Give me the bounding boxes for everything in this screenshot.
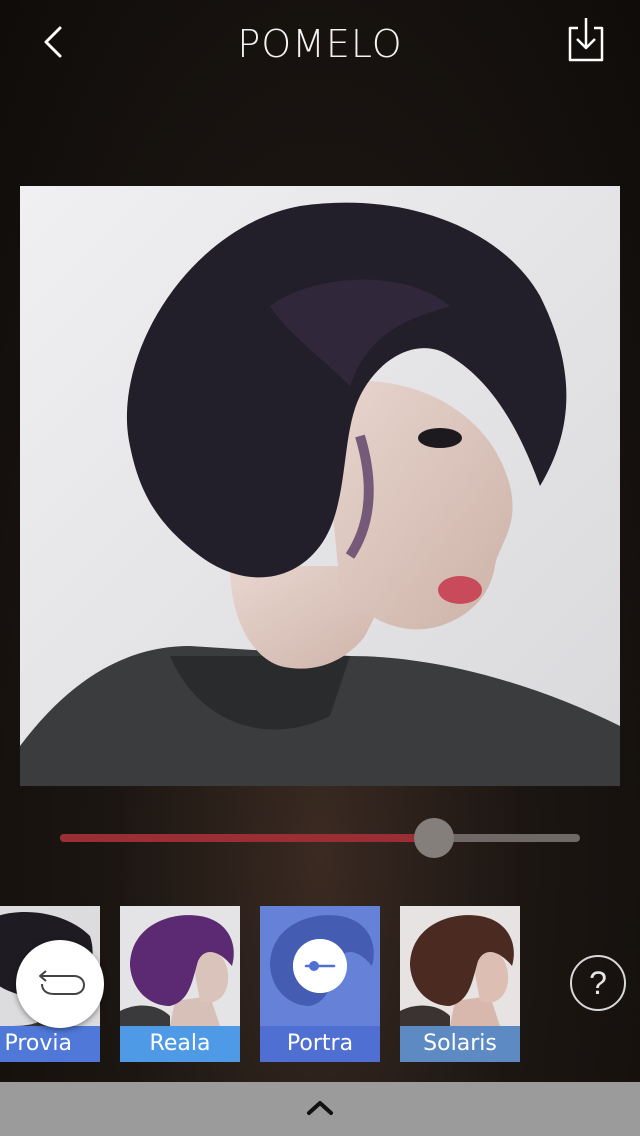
chevron-up-icon[interactable] (304, 1096, 336, 1120)
adjust-slider-icon[interactable] (293, 939, 347, 993)
portrait-image (20, 186, 620, 786)
app-title: POMELO (237, 22, 403, 66)
filter-label: Reala (120, 1026, 240, 1062)
filter-thumbnail (120, 906, 240, 1026)
filter-label: Provia (0, 1026, 100, 1062)
filter-solaris[interactable]: Solaris (400, 906, 520, 1062)
undo-icon (39, 970, 86, 995)
filter-portra[interactable]: Portra (260, 906, 380, 1062)
slider-fill (60, 834, 435, 842)
photo-preview[interactable] (20, 186, 620, 786)
intensity-slider[interactable] (60, 818, 580, 858)
filter-label: Portra (286, 1031, 354, 1056)
top-bar: POMELO (0, 0, 640, 90)
download-icon[interactable] (562, 14, 610, 66)
filter-thumbnail (400, 906, 520, 1026)
undo-button[interactable] (16, 940, 104, 1028)
filter-reala[interactable]: Reala (120, 906, 240, 1062)
filter-label: Solaris (400, 1026, 520, 1062)
bottom-bar[interactable] (0, 1082, 640, 1136)
slider-thumb[interactable] (414, 818, 455, 858)
help-button[interactable]: ? (570, 955, 626, 1011)
